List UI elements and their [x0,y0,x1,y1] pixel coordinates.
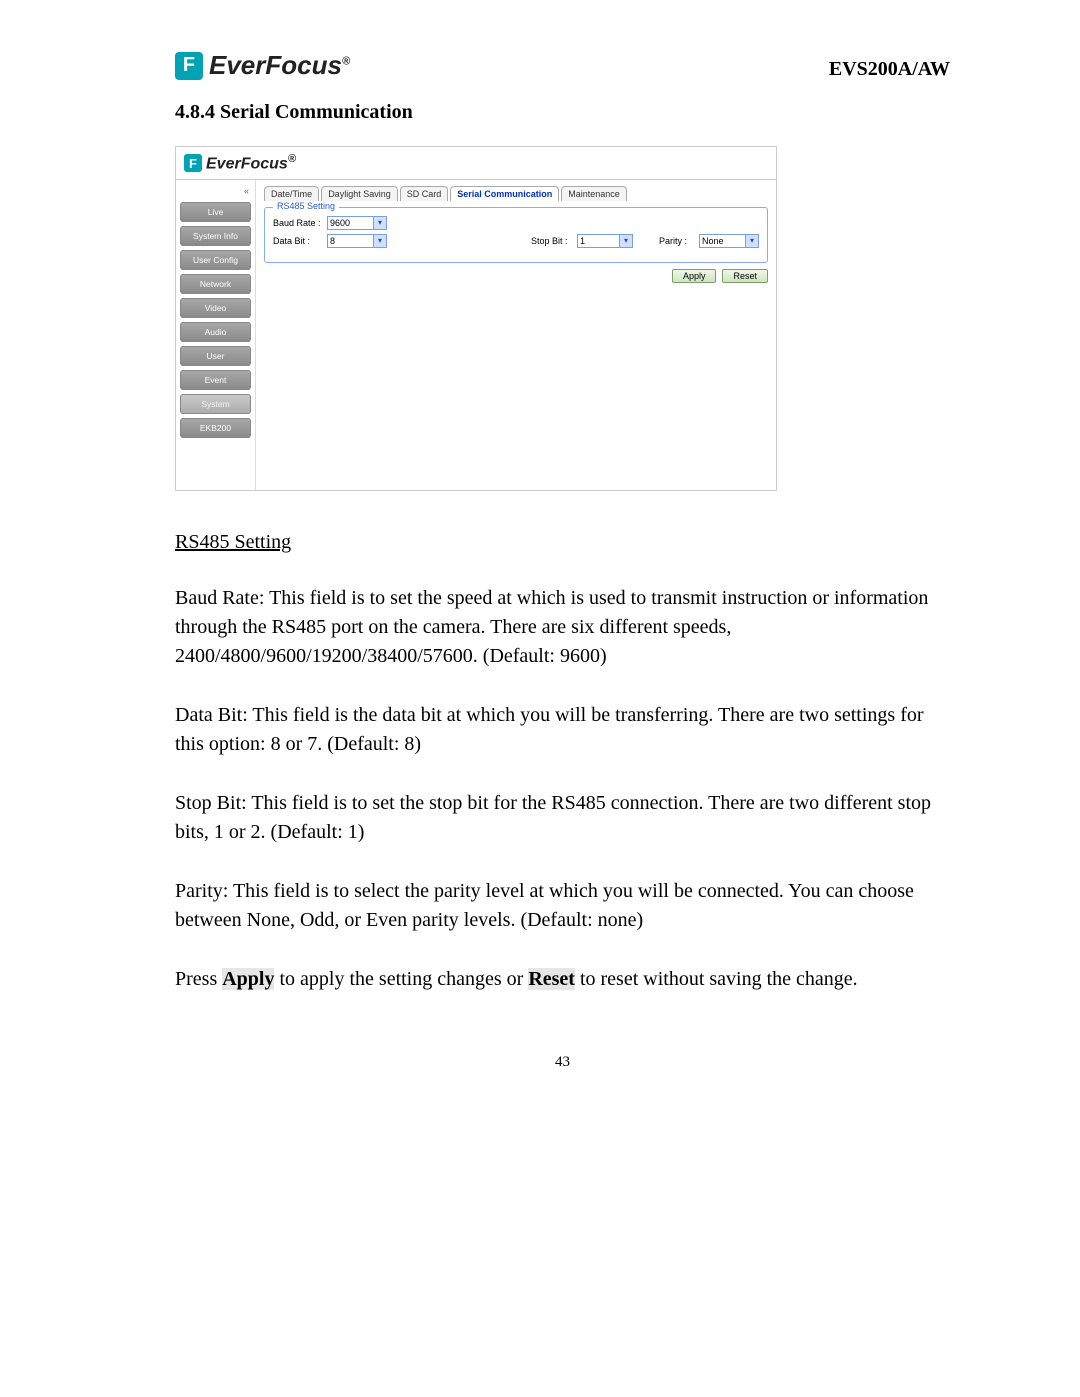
parity-select[interactable]: None ▾ [699,234,759,248]
stop-value: 1 [580,235,585,247]
section-title: 4.8.4 Serial Communication [175,101,950,124]
stop-label: Stop Bit : [531,236,571,246]
sidebar-item-ekb200[interactable]: EKB200 [180,418,251,438]
ss-header: F EverFocus® [176,147,776,180]
brand-logo: F EverFocus® [175,50,350,81]
page-header: F EverFocus® EVS200A/AW [175,50,950,81]
baud-label: Baud Rate : [273,218,321,228]
sidebar-item-system[interactable]: System [180,394,251,414]
tab-maintenance[interactable]: Maintenance [561,186,627,201]
sidebar-item-event[interactable]: Event [180,370,251,390]
tab-daylight[interactable]: Daylight Saving [321,186,398,201]
sidebar-item-userconfig[interactable]: User Config [180,250,251,270]
sidebar-item-audio[interactable]: Audio [180,322,251,342]
tab-sdcard[interactable]: SD Card [400,186,449,201]
tab-serial[interactable]: Serial Communication [450,186,559,201]
brand-logo-text: EverFocus® [209,50,350,81]
reset-word: Reset [528,968,575,990]
baud-select[interactable]: 9600 ▾ [327,216,387,230]
rs485-fieldset: RS485 Setting Baud Rate : 9600 ▾ Data Bi… [264,207,768,263]
ui-screenshot: F EverFocus® « Live System Info User Con… [175,146,777,491]
chevron-down-icon: ▾ [373,235,386,247]
sidebar-item-systeminfo[interactable]: System Info [180,226,251,246]
sidebar-item-video[interactable]: Video [180,298,251,318]
ss-sidebar: « Live System Info User Config Network V… [176,180,256,490]
chevron-down-icon: ▾ [619,235,632,247]
apply-word: Apply [222,968,274,990]
sidebar-item-user[interactable]: User [180,346,251,366]
baud-value: 9600 [330,217,350,229]
paragraph-stopbit: Stop Bit: This field is to set the stop … [175,789,950,847]
sidebar-item-live[interactable]: Live [180,202,251,222]
parity-value: None [702,235,724,247]
parity-label: Parity : [659,236,693,246]
sidebar-item-network[interactable]: Network [180,274,251,294]
brand-logo-icon: F [175,52,203,80]
apply-button[interactable]: Apply [672,269,717,283]
data-select[interactable]: 8 ▾ [327,234,387,248]
fieldset-legend: RS485 Setting [273,201,339,211]
data-label: Data Bit : [273,236,321,246]
data-value: 8 [330,235,335,247]
paragraph-press: Press Apply to apply the setting changes… [175,965,950,994]
model-label: EVS200A/AW [829,58,950,81]
ss-main: Date/Time Daylight Saving SD Card Serial… [256,180,776,490]
ss-tabs: Date/Time Daylight Saving SD Card Serial… [264,186,768,201]
page-number: 43 [175,1054,950,1071]
stop-select[interactable]: 1 ▾ [577,234,633,248]
collapse-icon[interactable]: « [180,186,251,198]
reset-button[interactable]: Reset [722,269,768,283]
tab-datetime[interactable]: Date/Time [264,186,319,201]
ss-brand-icon: F [184,154,202,172]
paragraph-parity: Parity: This field is to select the pari… [175,877,950,935]
subheading: RS485 Setting [175,531,950,554]
chevron-down-icon: ▾ [373,217,386,229]
ss-brand-text: EverFocus® [206,153,296,173]
chevron-down-icon: ▾ [745,235,758,247]
paragraph-baud: Baud Rate: This field is to set the spee… [175,584,950,671]
paragraph-databit: Data Bit: This field is the data bit at … [175,701,950,759]
